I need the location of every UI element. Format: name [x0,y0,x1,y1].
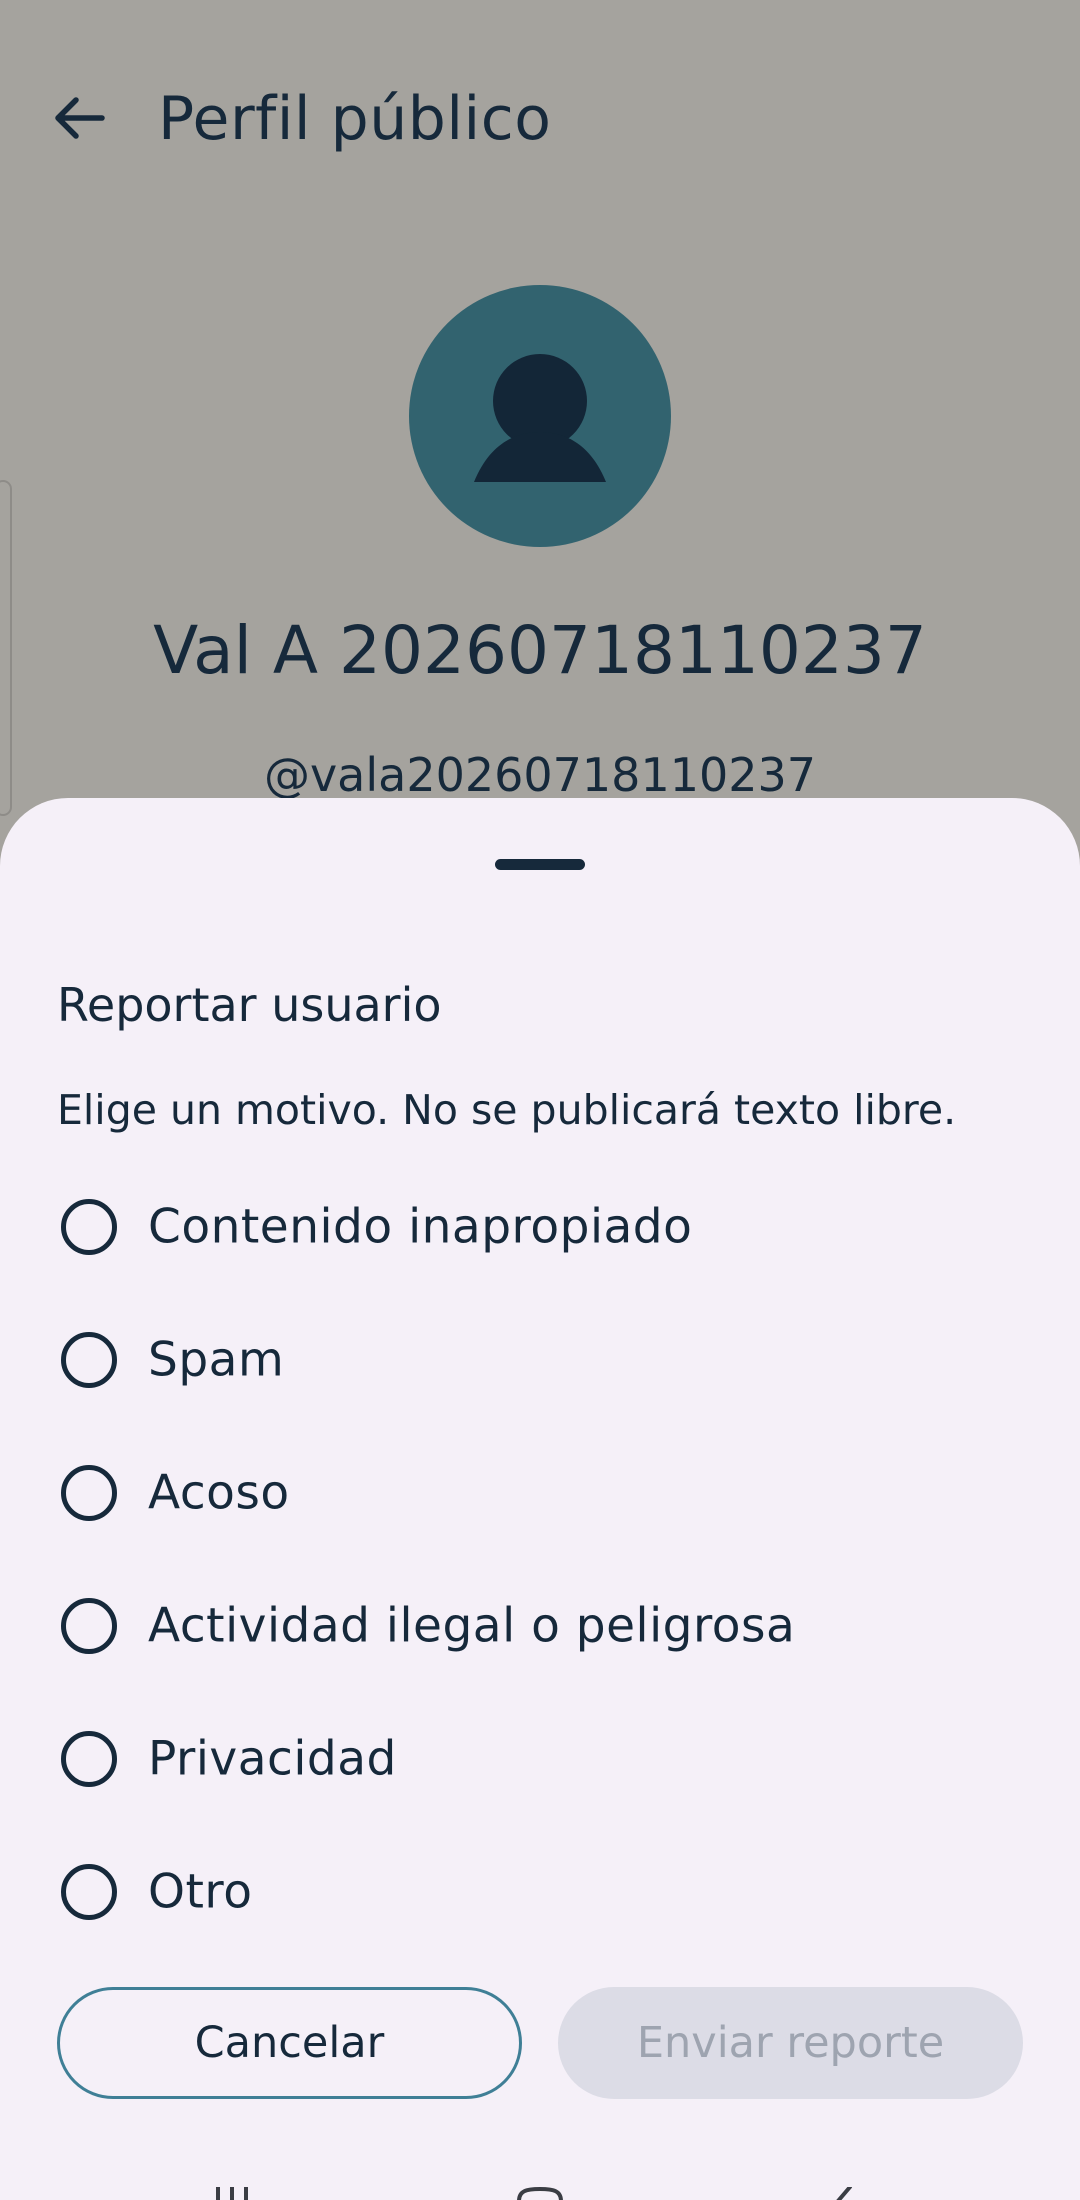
reason-label: Acoso [148,1465,290,1520]
home-icon[interactable] [516,2186,564,2200]
radio-button[interactable] [61,1730,117,1787]
reason-label: Actividad ilegal o peligrosa [148,1598,796,1653]
arrow-left-icon [54,96,106,144]
top-app-bar: Perfil público [0,0,1080,250]
cancel-button[interactable]: Cancelar [57,1987,522,2099]
sheet-title: Reportar usuario [57,978,442,1032]
page-title: Perfil público [158,84,552,154]
reason-option[interactable]: Contenido inapropiado [0,1160,1080,1293]
back-icon[interactable] [830,2185,856,2200]
reason-option[interactable]: Acoso [0,1426,1080,1559]
radio-button[interactable] [61,1863,117,1920]
reason-label: Otro [148,1864,253,1919]
reason-option[interactable]: Otro [0,1825,1080,1958]
reason-option[interactable]: Privacidad [0,1692,1080,1825]
radio-button[interactable] [61,1464,117,1521]
profile-handle: @vala20260718110237 [263,748,817,802]
radio-button[interactable] [61,1597,117,1654]
sheet-description: Elige un motivo. No se publicará texto l… [57,1086,957,1134]
avatar [409,285,671,547]
back-button[interactable] [40,80,120,160]
radio-button[interactable] [61,1198,117,1255]
reason-label: Spam [148,1332,285,1387]
reason-label: Privacidad [148,1731,397,1786]
screen: Perfil público Val A 20260718110237 @val… [0,0,1080,2200]
reason-label: Contenido inapropiado [148,1199,693,1254]
reason-option[interactable]: Spam [0,1293,1080,1426]
drag-handle[interactable] [495,859,585,870]
reason-option[interactable]: Actividad ilegal o peligrosa [0,1559,1080,1692]
report-reason-options: Contenido inapropiado Spam Acoso Activid… [0,1160,1080,1958]
system-nav-bar [0,2144,1080,2200]
radio-button[interactable] [61,1331,117,1388]
submit-report-button[interactable]: Enviar reporte [558,1987,1023,2099]
report-bottom-sheet: Reportar usuario Elige un motivo. No se … [0,798,1080,2144]
profile-name: Val A 20260718110237 [153,612,927,689]
recents-icon[interactable] [212,2186,252,2200]
